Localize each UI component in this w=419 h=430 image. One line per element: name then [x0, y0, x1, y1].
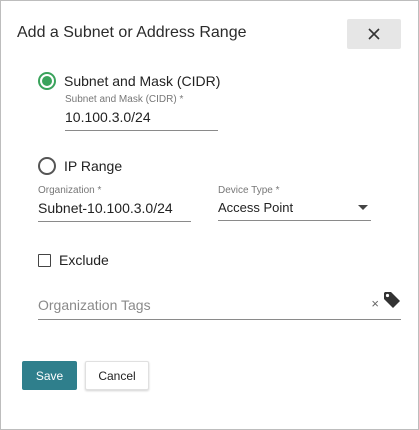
ip-range-radio-option[interactable]: IP Range — [38, 157, 122, 175]
subnet-mask-radio-label: Subnet and Mask (CIDR) — [64, 73, 221, 89]
organization-tags-field[interactable]: Organization Tags × — [38, 289, 401, 320]
cancel-button[interactable]: Cancel — [85, 361, 149, 390]
device-type-value: Access Point — [218, 200, 294, 215]
subnet-mask-radio[interactable] — [38, 72, 56, 90]
add-subnet-dialog: Add a Subnet or Address Range Subnet and… — [0, 0, 419, 430]
close-button[interactable] — [347, 19, 401, 49]
close-icon — [368, 28, 380, 40]
clear-tags-icon[interactable]: × — [371, 296, 379, 311]
chevron-down-icon[interactable] — [358, 205, 368, 210]
device-type-select[interactable]: Access Point — [218, 200, 371, 221]
dialog-title: Add a Subnet or Address Range — [17, 24, 247, 41]
subnet-mask-field-label: Subnet and Mask (CIDR) * — [65, 94, 184, 105]
organization-tags-placeholder: Organization Tags — [38, 297, 151, 313]
subnet-mask-input[interactable]: 10.100.3.0/24 — [65, 109, 218, 131]
save-button[interactable]: Save — [22, 361, 77, 390]
ip-range-radio-label: IP Range — [64, 158, 123, 174]
exclude-checkbox-option[interactable]: Exclude — [38, 252, 109, 268]
device-type-field-label: Device Type * — [218, 185, 280, 196]
device-type-field[interactable]: Device Type * Access Point — [218, 185, 371, 221]
organization-field-label: Organization * — [38, 185, 102, 196]
exclude-checkbox[interactable] — [38, 253, 51, 267]
subnet-mask-radio-option[interactable]: Subnet and Mask (CIDR) — [38, 72, 220, 90]
ip-range-radio[interactable] — [38, 157, 56, 175]
subnet-mask-field[interactable]: Subnet and Mask (CIDR) * 10.100.3.0/24 — [65, 94, 218, 131]
organization-input[interactable]: Subnet-10.100.3.0/24 — [38, 200, 191, 222]
exclude-checkbox-label: Exclude — [59, 252, 109, 268]
tag-icon[interactable] — [383, 291, 401, 309]
organization-field[interactable]: Organization * Subnet-10.100.3.0/24 — [38, 185, 191, 222]
